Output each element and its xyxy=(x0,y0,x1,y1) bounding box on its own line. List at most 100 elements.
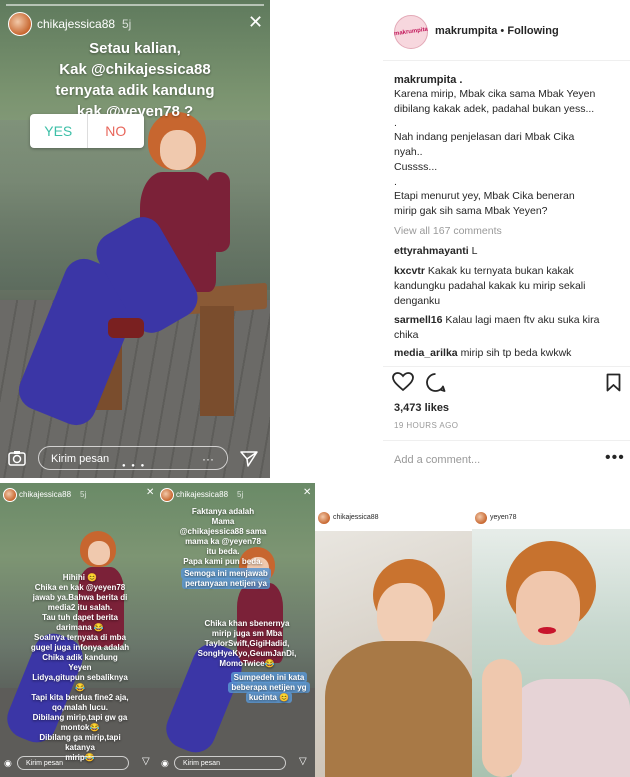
comment-username[interactable]: media_arilka xyxy=(394,347,458,359)
caption-line: Cussss... xyxy=(394,161,438,173)
caption-username[interactable]: makrumpita . xyxy=(394,74,462,86)
story-username[interactable]: chikajessica88 xyxy=(19,490,71,499)
comment-text: L xyxy=(471,245,478,257)
story-text-line: itu beda. xyxy=(206,547,240,556)
story-text-mid: Chika khan sbenernya mirip juga sm Mba T… xyxy=(187,619,307,669)
story-text-line: jawab ya.Bahwa berita di xyxy=(32,593,128,602)
story-text-line: Hihihi 😊 xyxy=(62,573,98,582)
story-progress-bar xyxy=(6,4,264,6)
caption-line: Etapi menurut yey, Mbak Cika beneran xyxy=(394,190,575,202)
story-text-line: darimana 😂 xyxy=(56,623,104,632)
bookmark-icon[interactable] xyxy=(606,373,621,397)
caption-line: mirip gak sih sama Mbak Yeyen? xyxy=(394,205,548,217)
more-options-icon[interactable]: ••• xyxy=(605,449,625,467)
add-comment-input[interactable]: Add a comment... xyxy=(394,454,480,466)
post-timestamp: 19 HOURS AGO xyxy=(394,421,459,430)
story-text-line: mirip juga sm Mba xyxy=(211,629,283,638)
avatar[interactable] xyxy=(160,488,174,502)
reply-input[interactable]: Kirim pesan xyxy=(17,756,129,770)
caption-line: . xyxy=(394,117,397,129)
divider xyxy=(383,366,630,367)
post-header: makrumpita • Following xyxy=(435,25,559,37)
avatar[interactable] xyxy=(474,511,488,525)
view-all-comments-link[interactable]: View all 167 comments xyxy=(394,225,502,237)
post-username[interactable]: makrumpita xyxy=(435,25,497,37)
close-icon[interactable]: ✕ xyxy=(303,487,311,498)
story-question: Setau kalian, Kak @chikajessica88 ternya… xyxy=(0,38,270,122)
close-icon[interactable]: ✕ xyxy=(248,12,263,33)
divider xyxy=(383,60,630,61)
story-text-line: Dibilang ga mirip,tapi katanya xyxy=(39,733,121,752)
selfie-chikajessica88: chikajessica88 xyxy=(315,505,472,777)
story-time: 5j xyxy=(122,17,132,31)
camera-icon[interactable] xyxy=(8,450,26,471)
account-avatar[interactable]: makrumpita xyxy=(394,15,428,49)
close-icon[interactable]: ✕ xyxy=(146,487,154,498)
heart-icon[interactable] xyxy=(392,372,414,397)
camera-icon[interactable]: ◉ xyxy=(161,758,169,769)
more-icon[interactable]: ··· xyxy=(202,452,214,466)
selfie-yeyen78: yeyen78 xyxy=(472,505,630,777)
person-face xyxy=(160,130,196,170)
comment-icon[interactable] xyxy=(425,372,446,398)
story-question-line: Setau kalian, xyxy=(89,40,181,57)
story-question-line: Kak @chikajessica88 xyxy=(59,61,211,78)
story-username[interactable]: chikajessica88 xyxy=(176,490,228,499)
bench-leg-right xyxy=(200,306,234,416)
avatar[interactable] xyxy=(8,12,32,36)
story-text-line: Tapi kita berdua fine2 aja, xyxy=(31,693,129,702)
likes-count[interactable]: 3,473 likes xyxy=(394,402,449,414)
comment: kxcvtr Kakak ku ternyata bukan kakak kan… xyxy=(394,264,622,309)
send-icon[interactable]: ▽ xyxy=(142,756,150,767)
poll-no-option[interactable]: NO xyxy=(88,114,145,148)
send-icon[interactable] xyxy=(240,450,258,473)
selfie-photo xyxy=(315,531,472,777)
caption-line: Nah indang penjelasan dari Mbak Cika xyxy=(394,131,575,143)
caption-line: dibilang kakak adek, padahal bukan yess.… xyxy=(394,103,595,115)
caption-line: nyah.. xyxy=(394,146,423,158)
story-text-line: gugel juga infonya adalah xyxy=(30,643,130,652)
instagram-post: makrumpita makrumpita • Following makrum… xyxy=(383,0,630,478)
avatar[interactable] xyxy=(317,511,331,525)
story-text-line: Lidya,gitupun sebaliknya😂 xyxy=(32,673,128,692)
story-text-line: MomoTwice😂 xyxy=(219,659,275,668)
story-text-line: Soalnya ternyata di mba xyxy=(33,633,127,642)
camera-icon[interactable]: ◉ xyxy=(4,758,12,769)
story-text-line: qo,malah lucu. xyxy=(51,703,108,712)
person-face xyxy=(377,583,433,649)
follow-status[interactable]: Following xyxy=(507,25,558,37)
person-arm xyxy=(208,172,230,252)
story-page-dots: ● ● ● xyxy=(122,463,147,469)
comment: sarmell16 Kalau lagi maen ftv aku suka k… xyxy=(394,313,622,343)
story-text-line: Tau tuh dapet berita xyxy=(42,613,118,622)
story-text: Hihihi 😊 Chika en kak @yeyen78 jawab ya.… xyxy=(30,573,130,763)
divider xyxy=(383,440,630,441)
selfie-username[interactable]: chikajessica88 xyxy=(333,514,379,521)
selfie-username[interactable]: yeyen78 xyxy=(490,514,516,521)
selfie-photo xyxy=(472,529,630,777)
reply-input[interactable]: Kirim pesan xyxy=(174,756,286,770)
comment-username[interactable]: ettyrahmayanti xyxy=(394,245,469,257)
comment-username[interactable]: sarmell16 xyxy=(394,314,442,326)
story-text-line: Faktanya adalah xyxy=(191,507,255,516)
story-highlight-1: Semoga ini menjawab pertanyaan netijen y… xyxy=(167,568,285,589)
story-explanation-1: chikajessica88 5j ✕ Hihihi 😊 Chika en ka… xyxy=(0,483,158,777)
person-face xyxy=(88,541,110,565)
story-text-line: Papa kami pun beda. xyxy=(183,557,263,566)
account-logo: makrumpita xyxy=(393,26,429,38)
comment-text: mirip sih tp beda kwkwk xyxy=(460,347,572,359)
send-icon[interactable]: ▽ xyxy=(299,756,307,767)
person-shoe xyxy=(108,318,144,338)
avatar[interactable] xyxy=(3,488,17,502)
main-story: chikajessica88 5j ✕ Setau kalian, Kak @c… xyxy=(0,0,270,478)
story-username[interactable]: chikajessica88 xyxy=(37,17,115,31)
story-text-line: montok😂 xyxy=(60,723,100,732)
story-text-line: media2 itu salah. xyxy=(47,603,113,612)
person-shirt xyxy=(325,641,472,777)
person-arm xyxy=(482,659,522,777)
comment-username[interactable]: kxcvtr xyxy=(394,265,425,277)
poll-yes-option[interactable]: YES xyxy=(30,114,88,148)
story-text-line: @chikajessica88 sama xyxy=(179,527,267,536)
story-time: 5j xyxy=(80,490,87,499)
story-question-line: ternyata adik kandung xyxy=(55,82,215,99)
